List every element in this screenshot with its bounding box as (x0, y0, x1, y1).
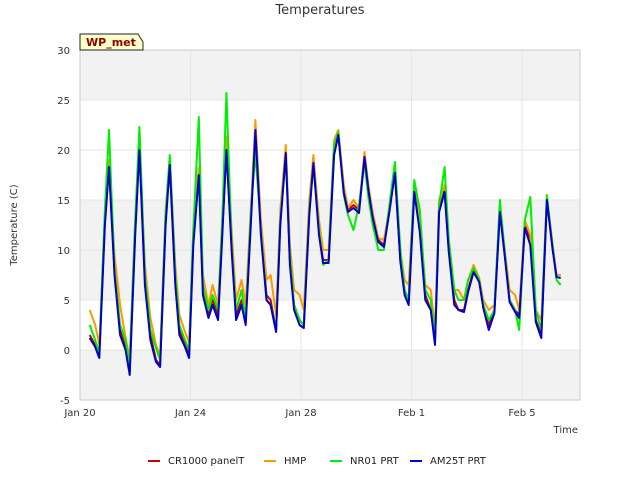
y-tick-label: 15 (57, 196, 70, 207)
legend-label: AM25T PRT (430, 456, 487, 467)
y-tick-label: 25 (57, 96, 70, 107)
x-axis-label: Time (553, 425, 578, 436)
x-tick-label: Jan 28 (284, 408, 316, 419)
y-tick-label: 10 (57, 246, 70, 257)
y-tick-label: 30 (57, 46, 70, 57)
legend-label: HMP (284, 456, 306, 467)
station-label: WP_met (86, 36, 136, 49)
station-label-box: WP_met (79, 33, 144, 51)
x-tick-label: Jan 24 (174, 408, 206, 419)
x-tick-label: Feb 5 (508, 408, 535, 419)
legend-label: NR01 PRT (350, 456, 400, 467)
y-tick-label: 20 (57, 146, 70, 157)
y-axis-label: Temperature (C) (9, 184, 20, 266)
chart-legend: CR1000 panelT HMP NR01 PRT AM25T PRT (148, 456, 487, 467)
legend-label: CR1000 panelT (168, 456, 245, 467)
y-axis-ticks: -5 0 5 10 15 20 25 30 (57, 46, 70, 407)
plot-band-2 (80, 50, 580, 100)
x-tick-label: Feb 1 (398, 408, 425, 419)
y-tick-label: 0 (64, 346, 70, 357)
x-tick-label: Jan 20 (63, 408, 95, 419)
y-tick-label: -5 (60, 396, 70, 407)
chart-title: Temperatures (274, 3, 364, 18)
temperature-chart: Temperatures -5 0 5 10 15 20 25 30 Jan 20 Jan 24… (9, 3, 581, 467)
y-tick-label: 5 (64, 296, 70, 307)
x-axis-ticks: Jan 20 Jan 24 Jan 28 Feb 1 Feb 5 (63, 408, 535, 419)
